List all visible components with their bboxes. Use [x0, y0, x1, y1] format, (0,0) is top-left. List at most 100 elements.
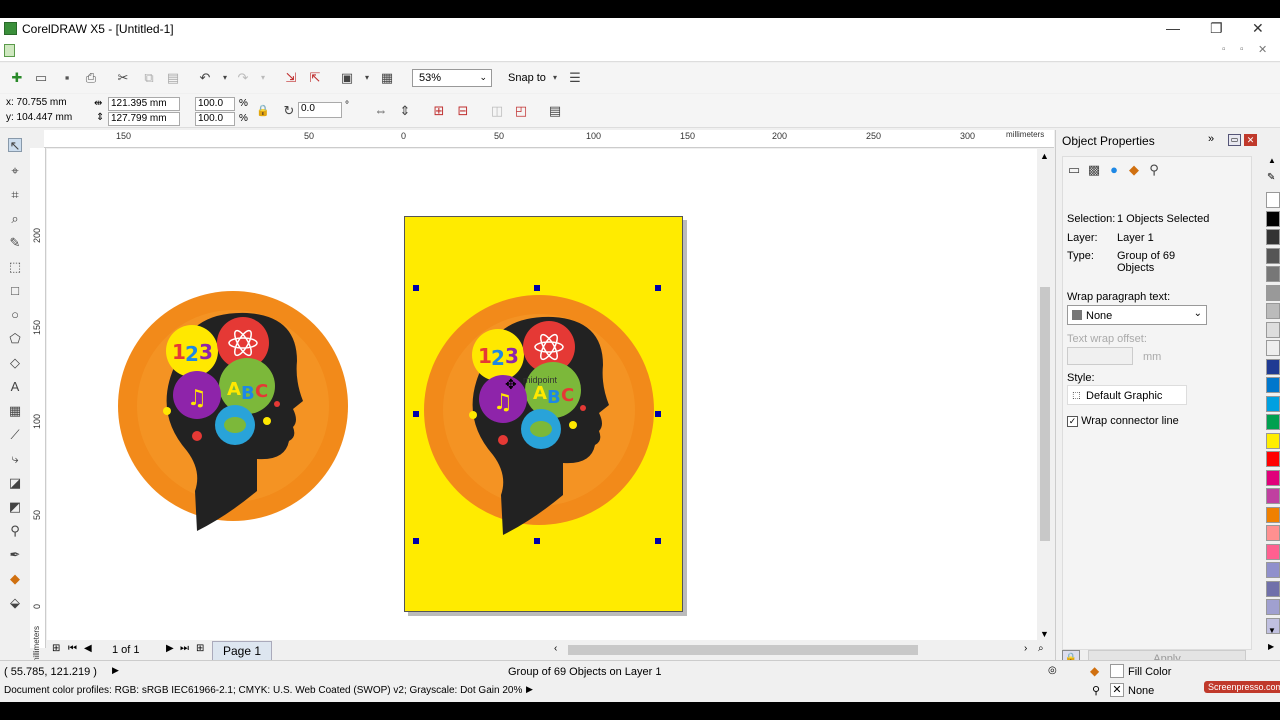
profiles-expand-icon[interactable]: ▶ — [526, 684, 533, 695]
palette-swatch[interactable] — [1266, 469, 1280, 486]
horizontal-scroll-thumb[interactable] — [568, 645, 918, 655]
palette-swatch[interactable] — [1266, 358, 1280, 375]
palette-swatch[interactable] — [1266, 395, 1280, 412]
snap-to-button[interactable]: Snap to — [508, 72, 546, 84]
wrap-connector-checkbox[interactable]: ✓ Wrap connector line — [1067, 415, 1179, 427]
blend-tool-icon[interactable]: ◪ — [8, 476, 22, 490]
break-apart-icon[interactable]: ◰ — [514, 104, 528, 118]
vertical-scroll-thumb[interactable] — [1040, 287, 1050, 541]
polygon-tool-icon[interactable]: ⬠ — [8, 332, 22, 346]
offset-field[interactable] — [1067, 347, 1133, 365]
document-page[interactable]: 1 2 3 A B C ♫ midpoint ✥ — [404, 216, 683, 612]
print-icon[interactable]: ⎙ — [84, 71, 98, 85]
palette-swatch[interactable] — [1266, 321, 1280, 338]
import-icon[interactable]: ⇲ — [284, 71, 298, 85]
wrap-select[interactable]: None ⌄ — [1067, 305, 1207, 325]
scroll-left-icon[interactable]: ‹ — [554, 643, 557, 654]
combine-icon[interactable]: ◫ — [490, 104, 504, 118]
zoom-level-select[interactable]: 53% ⌄ — [412, 69, 492, 87]
palette-swatch[interactable] — [1266, 580, 1280, 597]
new-document-icon[interactable]: ✚ — [10, 71, 24, 85]
palette-swatch[interactable] — [1266, 414, 1280, 430]
palette-swatch[interactable] — [1266, 599, 1280, 615]
crop-tool-icon[interactable]: ⌗ — [8, 188, 22, 202]
scroll-right-icon[interactable]: › — [1024, 643, 1027, 654]
doc-minimize-icon[interactable]: ▫ — [1222, 44, 1226, 55]
palette-swatch[interactable] — [1266, 284, 1280, 301]
fill-tool-icon[interactable]: ◆ — [8, 572, 22, 586]
undo-icon[interactable]: ↶ — [198, 71, 212, 85]
lock-ratio-icon[interactable]: 🔒 — [256, 104, 270, 118]
palette-swatch[interactable] — [1266, 229, 1280, 245]
open-icon[interactable]: ▭ — [34, 71, 48, 85]
selection-handle[interactable] — [655, 411, 661, 417]
internet-tab-icon[interactable]: ● — [1107, 163, 1121, 177]
scroll-down-icon[interactable]: ▼ — [1040, 629, 1049, 639]
redo-icon[interactable]: ↷ — [236, 71, 250, 85]
palette-swatch[interactable] — [1266, 303, 1280, 319]
text-tool-icon[interactable]: A — [8, 380, 22, 394]
next-page-icon[interactable]: ▶ — [166, 643, 174, 654]
export-icon[interactable]: ⇱ — [308, 71, 322, 85]
freehand-tool-icon[interactable]: ✎ — [8, 236, 22, 250]
doc-close-icon[interactable]: ✕ — [1258, 43, 1267, 56]
selection-handle[interactable] — [413, 285, 419, 291]
palette-swatch[interactable] — [1266, 506, 1280, 523]
application-launcher-icon[interactable]: ▣ — [340, 71, 354, 85]
selection-handle[interactable] — [413, 411, 419, 417]
coords-expand-icon[interactable]: ▶ — [112, 665, 119, 676]
shape-tool-icon[interactable]: ⌖ — [8, 164, 22, 178]
navigator-icon[interactable]: ⌕ — [1038, 643, 1044, 654]
cut-icon[interactable]: ✂ — [116, 71, 130, 85]
add-page-before-icon[interactable]: ⊞ — [52, 643, 60, 654]
docker-expand-icon[interactable]: » — [1208, 133, 1214, 145]
palette-swatch[interactable] — [1266, 543, 1280, 560]
docker-close-icon[interactable]: ✕ — [1244, 134, 1257, 146]
mirror-vertical-icon[interactable]: ⇕ — [398, 104, 412, 118]
palette-swatch[interactable] — [1266, 210, 1280, 227]
connector-tool-icon[interactable]: ⤷ — [8, 452, 22, 466]
interactive-fill-tool-icon[interactable]: ⬙ — [8, 596, 22, 610]
palette-swatch[interactable] — [1266, 247, 1280, 264]
page-tab-1[interactable]: Page 1 — [212, 641, 273, 661]
palette-swatch[interactable] — [1266, 525, 1280, 541]
head-illustration-selected[interactable]: 1 2 3 A B C ♫ — [423, 295, 655, 541]
launcher-dropdown-icon[interactable]: ▾ — [360, 71, 374, 85]
rectangle-tool-icon[interactable]: □ — [8, 284, 22, 298]
minimize-icon[interactable]: — — [1166, 20, 1180, 36]
first-page-icon[interactable]: ⏮ — [68, 643, 77, 654]
vertical-scrollbar[interactable]: ▲ ▼ — [1037, 149, 1053, 641]
redo-dropdown-icon[interactable]: ▾ — [256, 71, 270, 85]
width-field[interactable]: 121.395 mm — [108, 97, 180, 111]
align-distribute-icon[interactable]: ▤ — [548, 104, 562, 118]
color-proof-icon[interactable]: ◎ — [1048, 665, 1057, 676]
copy-icon[interactable]: ⧉ — [142, 71, 156, 85]
ellipse-tool-icon[interactable]: ○ — [8, 308, 22, 322]
transparency-tool-icon[interactable]: ◩ — [8, 500, 22, 514]
palette-scroll-up-icon[interactable]: ▲ — [1268, 156, 1276, 165]
palette-swatch[interactable] — [1266, 266, 1280, 282]
palette-swatch[interactable] — [1266, 562, 1280, 578]
palette-swatch[interactable] — [1266, 377, 1280, 393]
rotation-angle-field[interactable]: 0.0 — [298, 102, 342, 118]
zoom-tool-icon[interactable]: ⌕ — [8, 212, 22, 226]
last-page-icon[interactable]: ⏭ — [180, 643, 189, 654]
style-select[interactable]: ⬚ Default Graphic — [1067, 385, 1187, 405]
table-tool-icon[interactable]: ▦ — [8, 404, 22, 418]
drawing-canvas[interactable]: 1 2 3 A B C ♫ 1 2 3 A B C ♫ midpoint ✥ — [47, 149, 1037, 641]
smart-fill-tool-icon[interactable]: ⬚ — [8, 260, 22, 274]
fill-tab-icon[interactable]: ▩ — [1087, 163, 1101, 177]
ungroup-icon[interactable]: ⊟ — [456, 104, 470, 118]
selection-handle[interactable] — [534, 285, 540, 291]
dimension-tool-icon[interactable]: ⟋ — [8, 428, 22, 442]
scroll-up-icon[interactable]: ▲ — [1040, 151, 1049, 161]
outline-pen-tool-icon[interactable]: ✒ — [8, 548, 22, 562]
options-icon[interactable]: ☰ — [568, 71, 582, 85]
x-position-field[interactable]: x: 70.755 mm — [4, 97, 86, 111]
basic-shapes-tool-icon[interactable]: ◇ — [8, 356, 22, 370]
docker-minimize-icon[interactable]: ▭ — [1228, 134, 1241, 146]
add-page-after-icon[interactable]: ⊞ — [196, 643, 204, 654]
selection-handle[interactable] — [655, 285, 661, 291]
general-tab-icon[interactable]: ◆ — [1127, 163, 1141, 177]
palette-swatch[interactable] — [1266, 432, 1280, 449]
